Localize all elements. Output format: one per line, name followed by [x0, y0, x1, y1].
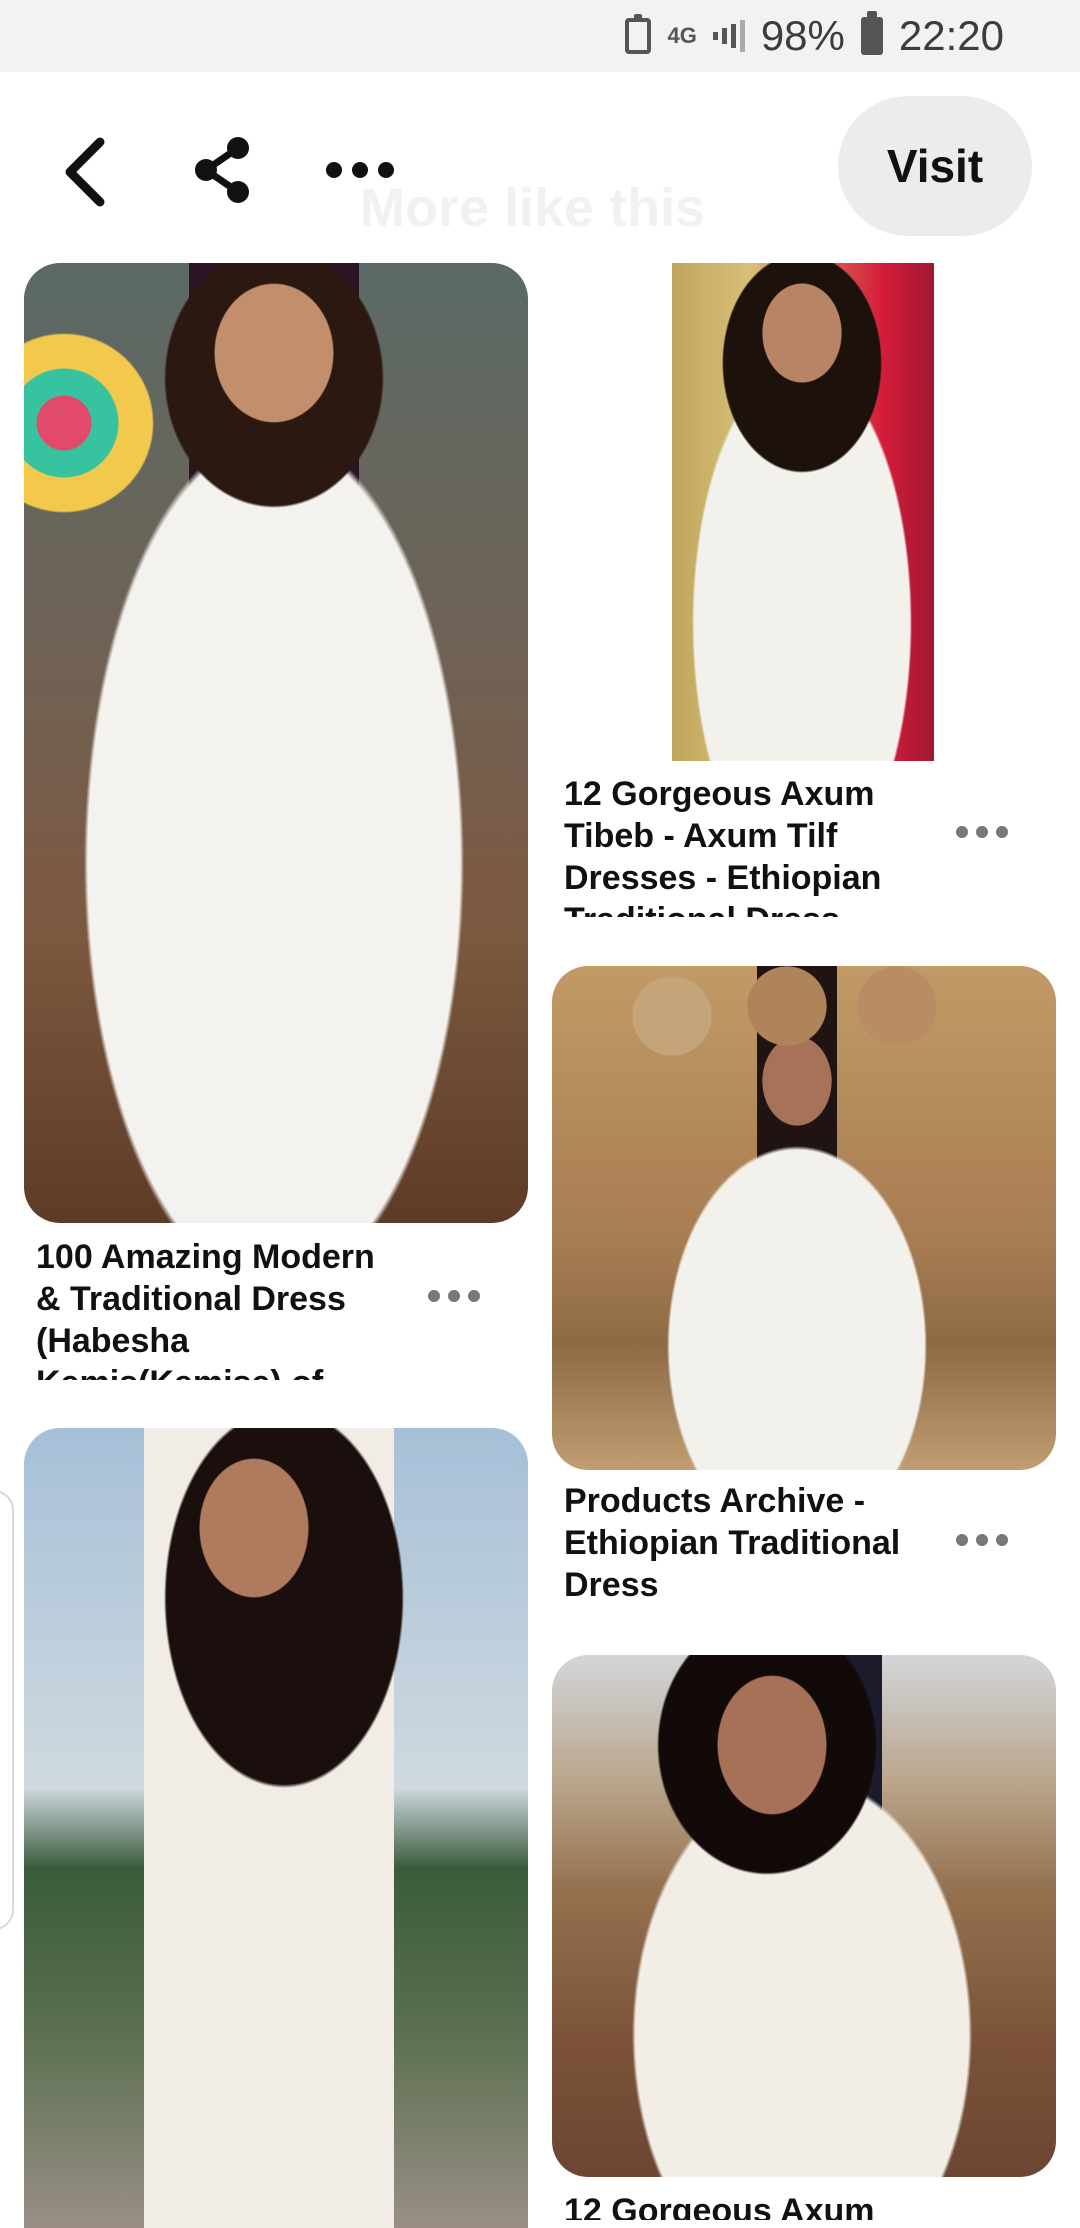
network-type: 4G — [667, 23, 697, 48]
pin-image[interactable] — [552, 1655, 1056, 2177]
pin-title[interactable]: Products Archive - Ethiopian Traditional… — [564, 1480, 934, 1610]
pin-title[interactable]: 100 Amazing Modern & Traditional Dress (… — [36, 1236, 406, 1380]
pin-image[interactable] — [24, 263, 528, 1223]
battery-saver-icon — [625, 14, 652, 54]
status-bar: 4G 98% 22:20 — [0, 0, 1080, 72]
share-icon[interactable] — [190, 134, 254, 206]
pin-more-icon[interactable] — [956, 826, 1008, 838]
page-title: More like this — [360, 178, 706, 238]
pin-image[interactable] — [24, 1428, 528, 2228]
clock: 22:20 — [898, 12, 1004, 59]
pin-image[interactable] — [672, 263, 934, 761]
pin-title[interactable]: 12 Gorgeous Axum Tibeb - Axum Tilf Dress… — [564, 773, 934, 917]
back-arrow-icon[interactable] — [56, 132, 116, 212]
side-panel-handle[interactable] — [0, 1490, 14, 1930]
pin-title[interactable]: 12 Gorgeous Axum — [564, 2190, 934, 2220]
pin-more-icon[interactable] — [956, 1534, 1008, 1546]
pin-image[interactable] — [552, 966, 1056, 1470]
battery-icon — [860, 11, 883, 55]
signal-icon — [712, 19, 745, 53]
pin-more-icon[interactable] — [428, 1290, 480, 1302]
visit-button[interactable]: Visit — [838, 96, 1032, 236]
battery-percentage: 98% — [760, 12, 845, 59]
top-toolbar: More like this Visit — [0, 72, 1080, 262]
